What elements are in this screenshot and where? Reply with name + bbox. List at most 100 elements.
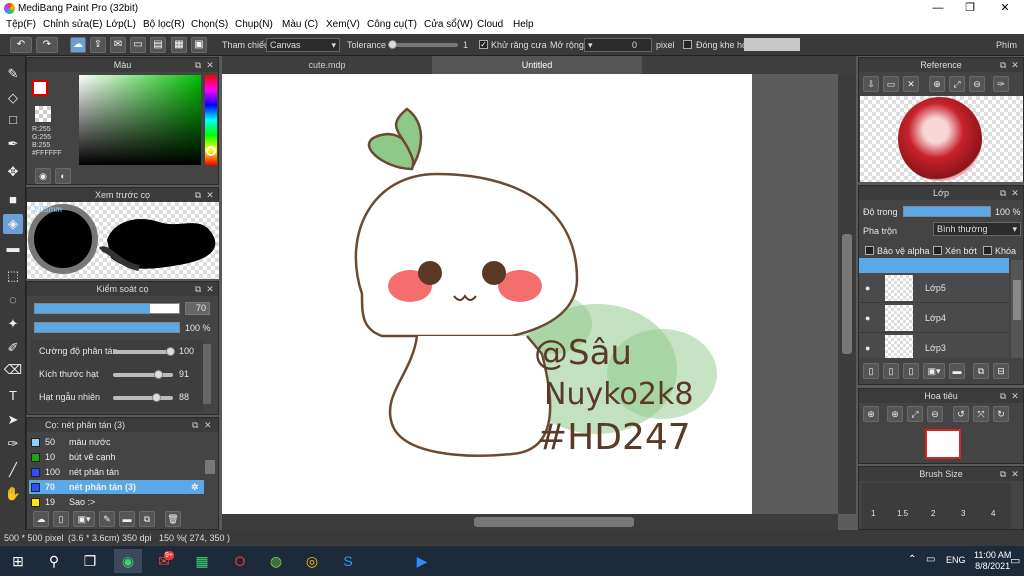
new-layer-icon[interactable]: ▯ [863, 363, 879, 379]
layer-folder-icon[interactable]: ▬ [949, 363, 965, 379]
mail-taskbar-icon[interactable]: ✉ 9+ [150, 549, 178, 573]
param-slider[interactable] [113, 396, 173, 400]
brush-item-selected[interactable]: 70 nét phân tán (3) ✲ [29, 480, 204, 494]
cloud-icon[interactable]: ☁ [70, 37, 86, 53]
color-mode-icon[interactable]: ◐ [55, 168, 71, 184]
select-eraser-icon[interactable]: ⌫ [3, 360, 23, 380]
close-button[interactable]: ✕ [990, 0, 1020, 17]
edit-brush-icon[interactable]: ✎ [99, 511, 115, 527]
rotate-right-icon[interactable]: ↻ [993, 406, 1009, 422]
brush-list-scrollbar[interactable] [205, 460, 215, 474]
blend-mode-select[interactable]: Bình thường ▾ [933, 222, 1021, 236]
search-icon[interactable]: ⚲ [40, 549, 68, 573]
brush-size-option[interactable]: 4 [991, 509, 995, 518]
canvas[interactable]: @Sâu Nuyko2k8 #HD247 [222, 74, 752, 514]
undo-icon[interactable]: ↶ [10, 37, 32, 53]
hand-tool-icon[interactable]: ✋ [3, 484, 23, 504]
rotate-left-icon[interactable]: ↺ [953, 406, 969, 422]
param-slider-knob[interactable] [152, 393, 161, 402]
transparent-color-swatch[interactable] [35, 106, 51, 122]
app2-taskbar-icon[interactable]: ◍ [262, 549, 290, 573]
minimize-button[interactable]: — [923, 0, 953, 17]
menu-color[interactable]: Màu (C) [282, 19, 318, 30]
grid-icon[interactable]: ▦ [171, 37, 187, 53]
lock-checkbox[interactable] [983, 246, 992, 255]
reference-select[interactable]: Canvas ▾ [266, 38, 340, 52]
pen-tool-icon[interactable]: ╱ [3, 460, 23, 480]
color-picker-field[interactable] [79, 75, 201, 165]
maximize-button[interactable]: ❐ [955, 0, 985, 17]
close-gap-checkbox[interactable] [683, 40, 692, 49]
nav-fit-icon[interactable]: ⤢ [907, 406, 923, 422]
menu-layer[interactable]: Lớp(L) [106, 19, 136, 30]
canvas-hscroll-thumb[interactable] [474, 517, 634, 527]
tray-chevron-icon[interactable]: ⌃ [908, 554, 916, 565]
palette-icon[interactable]: ◉ [35, 168, 51, 184]
zoom-taskbar-icon[interactable]: ▶ [408, 549, 436, 573]
layer-row[interactable]: ● Lớp3 [859, 333, 1009, 358]
brush-size-bar[interactable] [34, 303, 180, 314]
menu-tools[interactable]: Công cụ(T) [367, 19, 417, 30]
add-brush-icon[interactable]: ▣▾ [73, 511, 95, 527]
folder-icon[interactable]: ▬ [119, 511, 135, 527]
brush-params-scrollbar[interactable] [203, 344, 211, 404]
menu-capture[interactable]: Chụp(N) [235, 19, 273, 30]
skype-taskbar-icon[interactable]: S [334, 549, 362, 573]
eraser-tool-icon[interactable]: ◇ [3, 88, 23, 108]
canvas-vscroll-thumb[interactable] [842, 234, 852, 354]
layer-opacity-bar[interactable] [903, 206, 991, 217]
layer-row-selected[interactable] [859, 258, 1009, 274]
menu-select[interactable]: Chọn(S) [191, 19, 228, 30]
fill-rect-tool-icon[interactable]: ■ [3, 190, 23, 210]
eyedropper-tool-icon[interactable]: ✑ [3, 434, 23, 454]
eyedropper-icon[interactable]: ✑ [993, 76, 1009, 92]
menu-view[interactable]: Xem(V) [326, 19, 360, 30]
hue-slider-knob[interactable] [206, 146, 216, 156]
param-slider-knob[interactable] [154, 370, 163, 379]
reset-view-icon[interactable]: ⤧ [973, 406, 989, 422]
lasso-tool-icon[interactable]: ◌ [3, 290, 23, 310]
brush-size-option[interactable]: 2 [931, 509, 935, 518]
redo-icon[interactable]: ↷ [36, 37, 58, 53]
clipping-checkbox[interactable] [933, 246, 942, 255]
gradient-tool-icon[interactable]: ▬ [3, 238, 23, 258]
add-layer-menu-icon[interactable]: ▣▾ [923, 363, 945, 379]
cloud-brush-icon[interactable]: ☁ [33, 511, 49, 527]
nav-zoom-out-icon[interactable]: ⊖ [927, 406, 943, 422]
brush-item[interactable]: 19 Sao :> [29, 495, 217, 509]
open-folder-icon[interactable]: ▭ [883, 76, 899, 92]
task-view-icon[interactable]: ❐ [76, 549, 104, 573]
param-slider[interactable] [113, 373, 173, 377]
menu-help[interactable]: Help [513, 19, 534, 30]
opera-taskbar-icon[interactable]: O [226, 549, 254, 573]
zoom-out-icon[interactable]: ⊖ [969, 76, 985, 92]
antialias-checkbox[interactable]: ✓ [479, 40, 488, 49]
menu-window[interactable]: Cửa sổ(W) [424, 19, 473, 30]
param-slider-knob[interactable] [166, 347, 175, 356]
comment-icon[interactable]: ✉ [110, 37, 126, 53]
menu-edit[interactable]: Chỉnh sửa(E) [43, 19, 103, 30]
chrome-taskbar-icon[interactable]: ◎ [298, 549, 326, 573]
select-rect-icon[interactable]: ⬚ [3, 266, 23, 286]
new-layer-2-icon[interactable]: ▯ [883, 363, 899, 379]
text-icon[interactable]: ▭ [130, 37, 146, 53]
tolerance-slider[interactable] [388, 43, 458, 47]
fit-icon[interactable]: ⤢ [949, 76, 965, 92]
menu-cloud[interactable]: Cloud [477, 19, 503, 30]
language-indicator[interactable]: ENG [946, 555, 966, 565]
text-tool-icon[interactable]: T [3, 386, 23, 406]
layer-row[interactable]: ● Lớp4 [859, 303, 1009, 333]
app-taskbar-icon[interactable]: ▦ [188, 549, 216, 573]
brush-item[interactable]: 50 màu nước [29, 435, 217, 449]
duplicate-layer-icon[interactable]: ⧉ [973, 363, 989, 379]
navigator-preview[interactable] [925, 429, 961, 459]
brush-tool-icon[interactable]: ✎ [3, 64, 23, 84]
panel-icon[interactable]: ▤ [150, 37, 166, 53]
primary-color-swatch[interactable] [32, 80, 48, 96]
tab-cute[interactable]: cute.mdp [222, 56, 432, 74]
medibang-taskbar-icon[interactable]: ◉ [114, 549, 142, 573]
canvas-hscroll[interactable] [222, 514, 838, 530]
tolerance-slider-knob[interactable] [388, 40, 397, 49]
windows-start-icon[interactable]: ⊞ [4, 549, 32, 573]
layout-icon[interactable]: ▣ [191, 37, 207, 53]
